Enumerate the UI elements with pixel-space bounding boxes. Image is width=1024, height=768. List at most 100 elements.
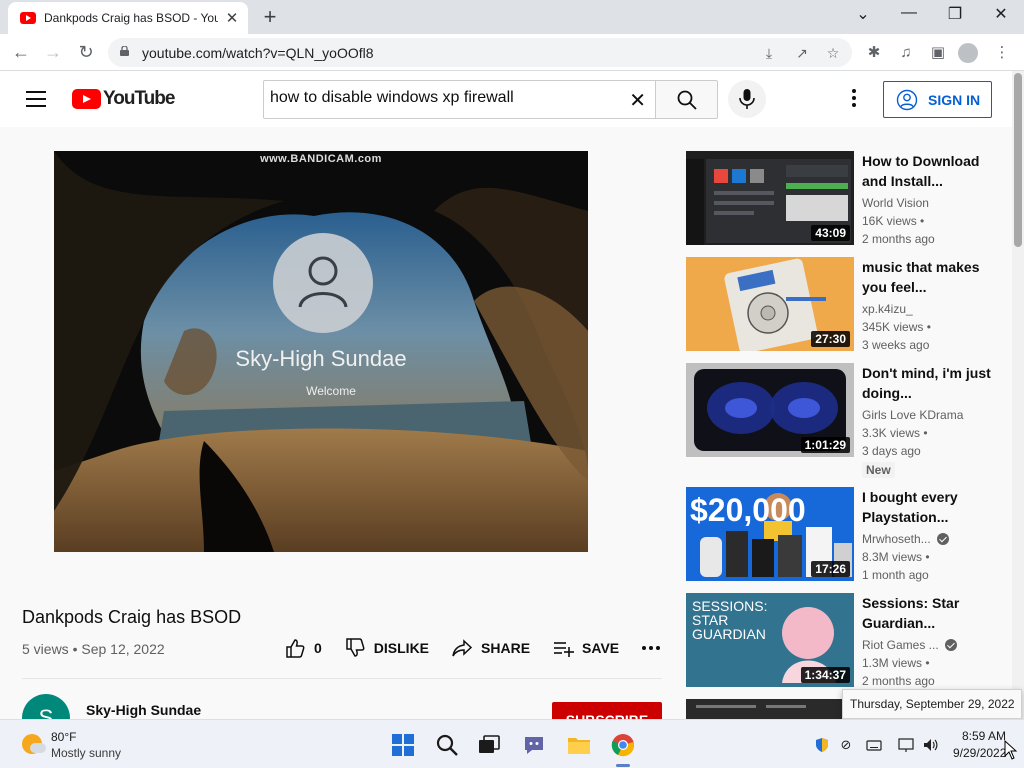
browser-tab[interactable]: Dankpods Craig has BSOD - YouTube ✕ <box>8 2 248 34</box>
recommended-channel[interactable]: World Vision <box>862 196 929 210</box>
recommended-video[interactable]: SESSIONS: STAR GUARDIAN 1:34:37 Sessions… <box>686 593 1012 689</box>
keyboard-icon[interactable] <box>866 737 882 753</box>
profile-avatar-icon[interactable] <box>958 43 978 63</box>
menu-icon[interactable] <box>26 91 46 107</box>
playlist-add-icon <box>554 642 575 657</box>
search-button[interactable] <box>655 80 718 119</box>
sign-in-button[interactable]: SIGN IN <box>883 81 992 118</box>
recommended-video[interactable]: 1:01:29 Don't mind, i'm just doing... Gi… <box>686 363 1012 479</box>
recommended-channel[interactable]: Mrwhoseth... <box>862 532 949 546</box>
like-count: 0 <box>314 640 322 656</box>
recommended-channel[interactable]: Girls Love KDrama <box>862 408 963 422</box>
save-button[interactable]: SAVE <box>552 637 619 659</box>
close-tab-icon[interactable]: ✕ <box>224 9 240 27</box>
weather-sun-cloud-icon[interactable] <box>22 734 46 754</box>
login-screen-username: Sky-High Sundae <box>235 346 407 371</box>
video-duration: 1:34:37 <box>800 667 850 683</box>
like-button[interactable]: 0 <box>284 637 322 659</box>
clock-date[interactable]: 9/29/2022 <box>953 746 1006 760</box>
recommended-video-title[interactable]: Don't mind, i'm just doing... <box>862 363 1008 403</box>
install-app-icon[interactable]: ⤓ <box>760 44 778 62</box>
network-offline-icon[interactable]: ⊘ <box>838 737 854 753</box>
dislike-button[interactable]: DISLIKE <box>344 637 429 659</box>
video-duration: 17:26 <box>811 561 850 577</box>
side-panel-icon[interactable]: ▣ <box>928 43 948 63</box>
new-badge: New <box>862 462 895 478</box>
address-bar[interactable]: youtube.com/watch?v=QLN_yoOOfl8 ⤓ ↗ ☆ <box>108 38 852 67</box>
recommended-video-title[interactable]: Sessions: Star Guardian... <box>862 593 1008 633</box>
video-thumbnail[interactable]: 27:30 <box>686 257 854 351</box>
thumbnail-image <box>686 699 854 719</box>
media-controls-icon[interactable]: ♫ <box>896 43 916 63</box>
windows-start-icon[interactable] <box>390 732 416 758</box>
close-window-button[interactable]: ✕ <box>986 4 1016 24</box>
dislike-label: DISLIKE <box>373 640 430 656</box>
chrome-menu-icon[interactable]: ⋮ <box>992 43 1012 63</box>
file-explorer-icon[interactable] <box>566 732 592 758</box>
verified-check-icon <box>936 533 949 545</box>
recommended-video-title[interactable]: I bought every Playstation... <box>862 487 1008 527</box>
channel-name[interactable]: Sky-High Sundae <box>86 702 201 718</box>
video-thumbnail[interactable]: 1:01:29 <box>686 363 854 457</box>
video-thumbnail[interactable]: SESSIONS: STAR GUARDIAN 1:34:37 <box>686 593 854 687</box>
new-tab-button[interactable]: + <box>258 4 282 30</box>
recommended-video[interactable]: 43:09 How to Download and Install... Wor… <box>686 151 1012 247</box>
video-thumbnail[interactable]: $20,000 17:26 <box>686 487 854 581</box>
mouse-cursor-icon <box>1004 740 1018 760</box>
voice-search-button[interactable] <box>728 80 766 118</box>
recommended-channel[interactable]: Riot Games ... <box>862 638 957 652</box>
volume-icon[interactable] <box>922 737 938 753</box>
security-shield-icon[interactable] <box>814 737 830 753</box>
bookmark-star-icon[interactable]: ☆ <box>824 44 842 62</box>
recommended-age: 2 months ago <box>862 232 935 246</box>
weather-temperature[interactable]: 80°F <box>51 730 76 744</box>
youtube-logo[interactable]: YouTube <box>72 88 175 110</box>
share-label: SHARE <box>481 640 531 656</box>
teams-chat-icon[interactable] <box>521 732 547 758</box>
video-player[interactable]: www.BANDICAM.com Sky-High Sundae Welcome <box>54 151 588 552</box>
video-thumbnail[interactable]: 43:09 <box>686 151 854 245</box>
recommended-video-title[interactable]: How to Download and Install... <box>862 151 1008 191</box>
search-icon[interactable] <box>434 732 460 758</box>
tab-search-icon[interactable]: ⌄ <box>848 4 878 24</box>
clear-search-icon[interactable]: ✕ <box>629 88 646 113</box>
subscribe-button[interactable]: SUBSCRIBE <box>552 702 662 719</box>
page-scrollbar[interactable] <box>1012 71 1024 719</box>
video-title: Dankpods Craig has BSOD <box>22 607 242 627</box>
share-arrow-icon <box>452 639 473 657</box>
recommended-channel-name: xp.k4izu_ <box>862 302 913 316</box>
extensions-icon[interactable]: ✱ <box>864 43 884 63</box>
recommended-video[interactable]: $20,000 17:26 I bought every Playstation… <box>686 487 1012 583</box>
forward-button[interactable]: → <box>41 40 65 64</box>
save-label: SAVE <box>582 640 620 656</box>
verified-check-icon <box>944 639 957 651</box>
more-actions-button[interactable] <box>641 645 669 651</box>
clock-time[interactable]: 8:59 AM <box>962 729 1006 743</box>
display-icon[interactable] <box>898 737 914 753</box>
task-view-icon[interactable] <box>476 732 502 758</box>
minimize-button[interactable]: — <box>894 4 924 22</box>
thumbs-up-icon <box>286 639 305 658</box>
channel-avatar[interactable]: S <box>22 694 70 719</box>
video-thumbnail[interactable] <box>686 699 854 719</box>
video-duration: 27:30 <box>811 331 850 347</box>
browser-toolbar: ← → ↻ youtube.com/watch?v=QLN_yoOOfl8 ⤓ … <box>0 34 1024 71</box>
login-screen-status: Welcome <box>306 384 356 398</box>
back-button[interactable]: ← <box>9 40 33 64</box>
settings-more-icon[interactable] <box>846 87 862 111</box>
search-input[interactable] <box>270 89 610 107</box>
screen: Dankpods Craig has BSOD - YouTube ✕ + ⌄ … <box>0 0 1024 768</box>
recommended-channel[interactable]: xp.k4izu_ <box>862 302 913 316</box>
share-page-icon[interactable]: ↗ <box>793 44 811 62</box>
recommended-age: 3 weeks ago <box>862 338 930 352</box>
recommended-video[interactable]: 27:30 music that makes you feel... xp.k4… <box>686 257 1012 353</box>
recommended-video-title[interactable]: music that makes you feel... <box>862 257 1008 297</box>
chrome-icon[interactable] <box>610 732 636 758</box>
weather-condition[interactable]: Mostly sunny <box>51 746 121 760</box>
reload-button[interactable]: ↻ <box>74 40 98 64</box>
recommended-channel-name: Mrwhoseth... <box>862 532 931 546</box>
tab-title: Dankpods Craig has BSOD - YouTube <box>44 11 218 25</box>
page-scrollbar-thumb[interactable] <box>1014 73 1022 247</box>
restore-button[interactable]: ❐ <box>940 4 970 24</box>
share-button[interactable]: SHARE <box>451 637 530 659</box>
